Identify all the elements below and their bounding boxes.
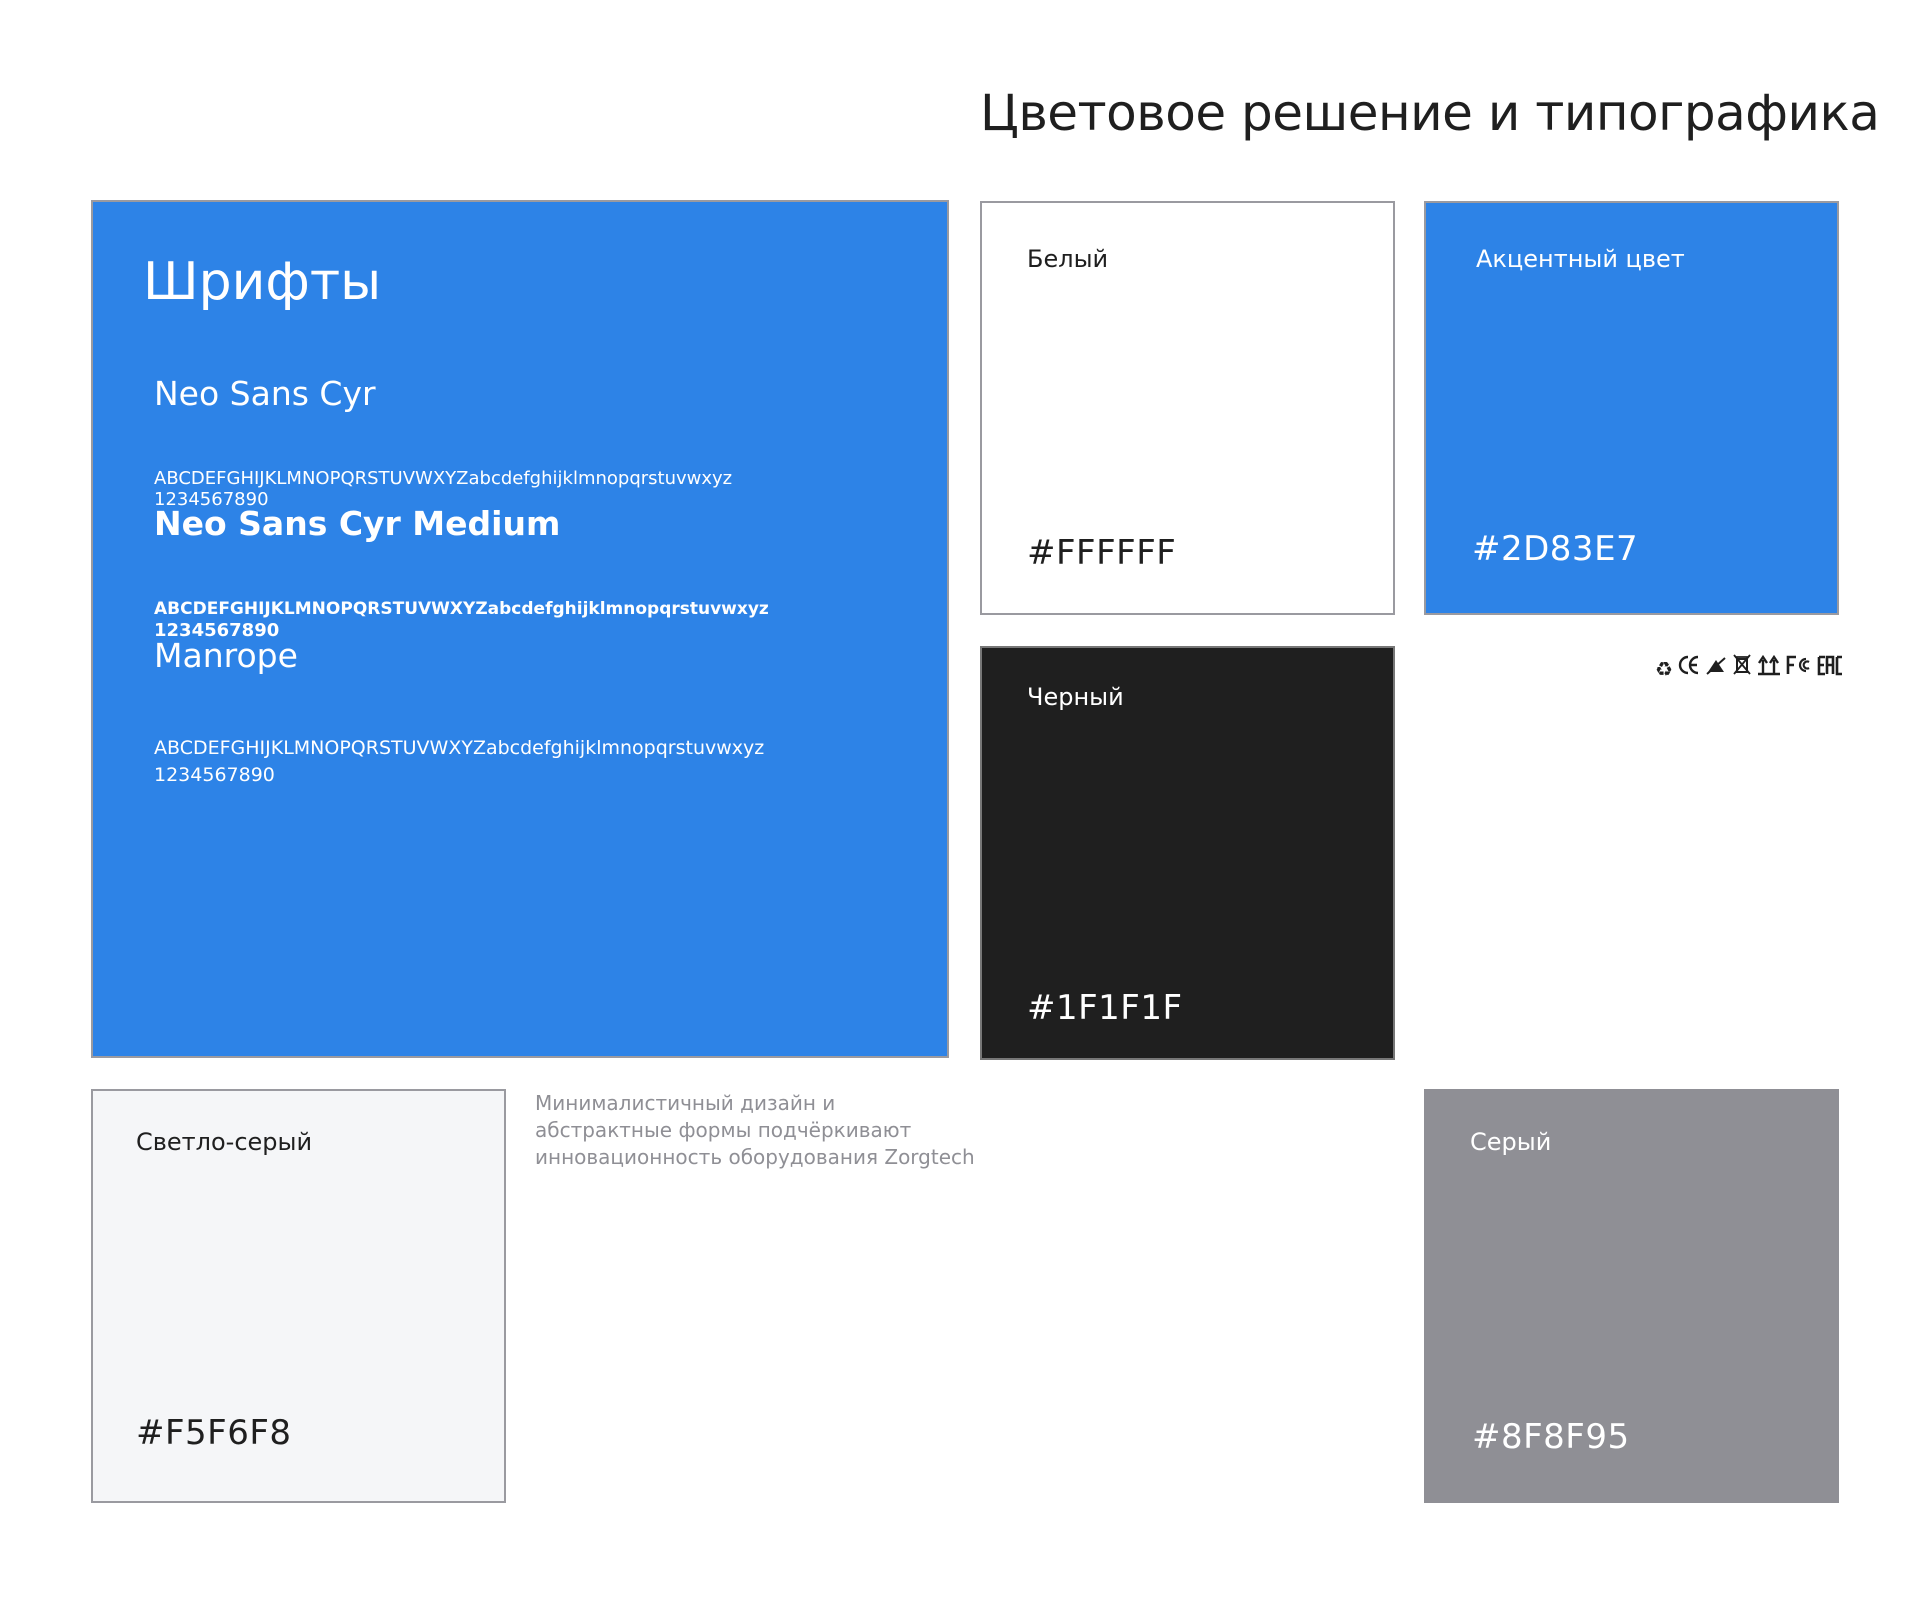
font-name-neo-sans-medium: Neo Sans Cyr Medium [154, 504, 561, 543]
font-digits-manrope: 1234567890 [154, 764, 275, 786]
font-alphabet-manrope: ABCDEFGHIJKLMNOPQRSTUVWXYZabcdefghijklmn… [154, 737, 765, 759]
certification-marks: ♻ [1655, 653, 1843, 684]
swatch-light-gray: Светло-серый #F5F6F8 [91, 1089, 506, 1503]
recycle-icon: ♻ [1655, 656, 1673, 681]
swatch-black: Черный #1F1F1F [980, 646, 1395, 1060]
swatch-label: Светло-серый [136, 1128, 313, 1156]
fonts-card: Шрифты Neo Sans Cyr ABCDEFGHIJKLMNOPQRST… [91, 200, 949, 1058]
page-title: Цветовое решение и типографика [980, 84, 1880, 142]
swatch-hex: #2D83E7 [1472, 529, 1639, 569]
swatch-hex: #1F1F1F [1027, 988, 1183, 1028]
swatch-hex: #FFFFFF [1027, 533, 1177, 573]
font-name-manrope: Manrope [154, 636, 298, 675]
ce-mark-icon [1678, 654, 1700, 683]
font-alphabet-neo-sans-medium: ABCDEFGHIJKLMNOPQRSTUVWXYZabcdefghijklmn… [154, 599, 769, 619]
swatch-accent: Акцентный цвет #2D83E7 [1424, 201, 1839, 615]
swatch-label: Черный [1027, 683, 1124, 711]
swatch-label: Серый [1470, 1128, 1552, 1156]
this-way-up-icon [1757, 654, 1781, 683]
crossed-bin-icon [1732, 653, 1752, 684]
swatch-label: Акцентный цвет [1476, 245, 1685, 273]
design-description: Минималистичный дизайн и абстрактные фор… [535, 1091, 975, 1169]
eac-mark-icon [1817, 654, 1843, 683]
fonts-title: Шрифты [143, 252, 382, 312]
no-waste-bin-icon [1705, 654, 1727, 683]
font-alphabet-neo-sans: ABCDEFGHIJKLMNOPQRSTUVWXYZabcdefghijklmn… [154, 468, 733, 489]
swatch-label: Белый [1027, 245, 1109, 273]
fcc-mark-icon [1786, 654, 1812, 683]
swatch-white: Белый #FFFFFF [980, 201, 1395, 615]
font-name-neo-sans: Neo Sans Cyr [154, 374, 376, 413]
swatch-hex: #F5F6F8 [136, 1413, 292, 1453]
swatch-gray: Серый #8F8F95 [1424, 1089, 1839, 1503]
swatch-hex: #8F8F95 [1472, 1417, 1630, 1457]
